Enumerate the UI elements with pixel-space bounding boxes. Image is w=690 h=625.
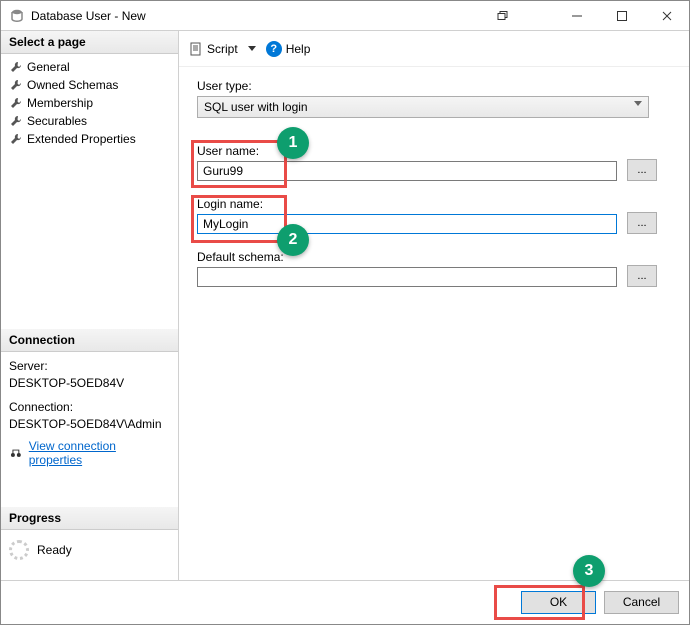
minimize-button[interactable]	[554, 1, 599, 31]
database-icon	[9, 8, 25, 24]
page-list: General Owned Schemas Membership Securab…	[1, 54, 178, 152]
server-value: DESKTOP-5OED84V	[9, 375, 170, 392]
progress-header: Progress	[1, 507, 178, 530]
annotation-badge-1: 1	[277, 127, 309, 159]
login-name-input[interactable]	[197, 214, 617, 234]
chevron-down-icon	[634, 101, 642, 106]
titlebar: Database User - New	[1, 1, 689, 31]
connection-label: Connection:	[9, 399, 170, 416]
annotation-badge-2: 2	[277, 224, 309, 256]
page-label: Extended Properties	[27, 132, 136, 146]
page-label: Securables	[27, 114, 87, 128]
help-button[interactable]: ? Help	[266, 41, 311, 57]
help-label: Help	[286, 42, 311, 56]
server-label: Server:	[9, 358, 170, 375]
user-name-input[interactable]	[197, 161, 617, 181]
sidebar: Select a page General Owned Schemas Memb…	[1, 31, 179, 580]
page-membership[interactable]: Membership	[1, 94, 178, 112]
view-connection-properties-link[interactable]: View connection properties	[29, 439, 170, 467]
wrench-icon	[9, 78, 23, 92]
main-panel: Script ? Help User type: SQL user with l…	[179, 31, 689, 580]
spinner-icon	[9, 540, 29, 560]
wrench-icon	[9, 96, 23, 110]
page-securables[interactable]: Securables	[1, 112, 178, 130]
toolbar: Script ? Help	[179, 31, 689, 67]
select-page-header: Select a page	[1, 31, 178, 54]
window-title: Database User - New	[31, 9, 479, 23]
footer: 3 OK Cancel	[1, 580, 689, 624]
annotation-badge-3: 3	[573, 555, 605, 587]
default-schema-label: Default schema:	[197, 250, 617, 264]
page-label: General	[27, 60, 70, 74]
form-area: User type: SQL user with login User name…	[179, 67, 689, 299]
help-icon: ?	[266, 41, 282, 57]
wrench-icon	[9, 60, 23, 74]
script-icon	[189, 42, 203, 56]
close-button[interactable]	[644, 1, 689, 31]
wrench-icon	[9, 132, 23, 146]
page-label: Membership	[27, 96, 93, 110]
wrench-icon	[9, 114, 23, 128]
connection-header: Connection	[1, 329, 178, 352]
maximize-button[interactable]	[599, 1, 644, 31]
default-schema-browse-button[interactable]: ...	[627, 265, 657, 287]
page-general[interactable]: General	[1, 58, 178, 76]
user-type-value: SQL user with login	[204, 100, 308, 114]
cancel-button[interactable]: Cancel	[604, 591, 679, 614]
script-button[interactable]: Script	[189, 42, 238, 56]
connection-value: DESKTOP-5OED84V\Admin	[9, 416, 170, 433]
user-name-browse-button[interactable]: ...	[627, 159, 657, 181]
page-extended-properties[interactable]: Extended Properties	[1, 130, 178, 148]
login-name-browse-button[interactable]: ...	[627, 212, 657, 234]
page-owned-schemas[interactable]: Owned Schemas	[1, 76, 178, 94]
ok-button[interactable]: OK	[521, 591, 596, 614]
progress-text: Ready	[37, 543, 72, 557]
script-dropdown-icon[interactable]	[248, 46, 256, 51]
page-label: Owned Schemas	[27, 78, 118, 92]
dialog-window: Database User - New Select a page Genera…	[0, 0, 690, 625]
script-label: Script	[207, 42, 238, 56]
restore-down-button[interactable]	[479, 1, 524, 31]
login-name-label: Login name:	[197, 197, 617, 211]
connection-props-icon	[9, 446, 23, 460]
user-name-label: User name:	[197, 144, 617, 158]
default-schema-input[interactable]	[197, 267, 617, 287]
user-type-dropdown[interactable]: SQL user with login	[197, 96, 649, 118]
user-type-label: User type:	[197, 79, 671, 93]
